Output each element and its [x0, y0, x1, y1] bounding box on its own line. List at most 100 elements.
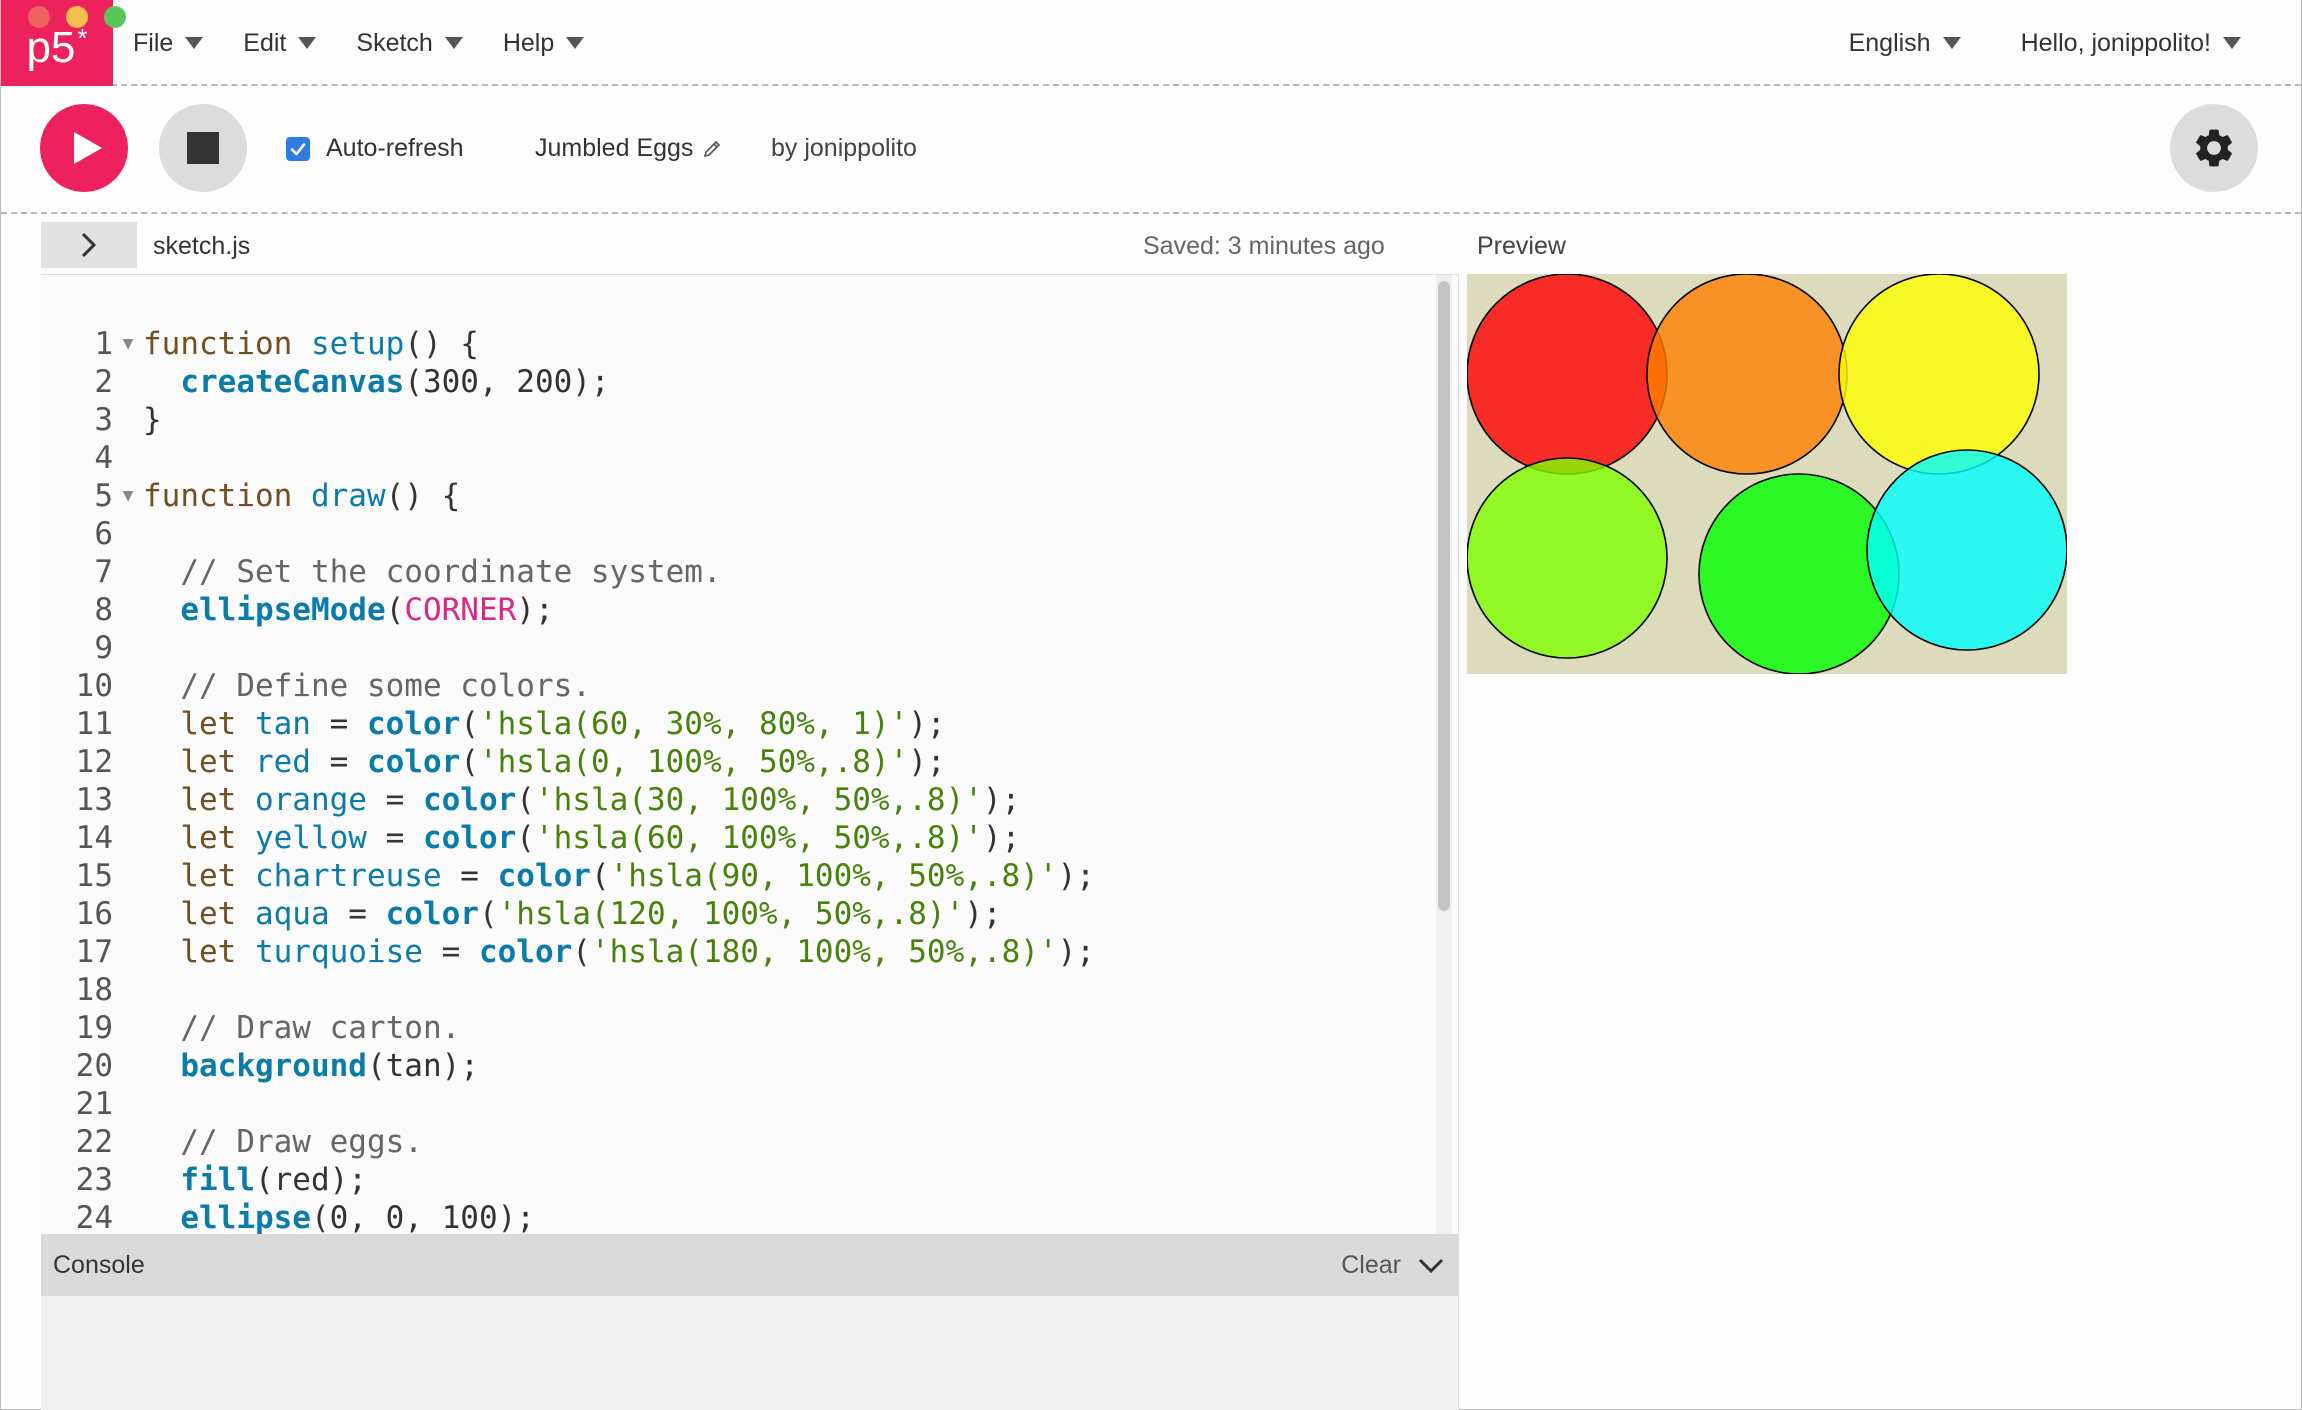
menu-help[interactable]: Help [503, 29, 585, 58]
code-line[interactable]: 2 createCanvas(300, 200); [41, 363, 1431, 401]
code-token: color [497, 858, 591, 894]
code-line[interactable]: 6 [41, 515, 1431, 553]
auto-refresh-checkbox[interactable] [286, 136, 310, 161]
console-clear-button[interactable]: Clear [1341, 1251, 1401, 1280]
fold-gutter [113, 819, 143, 857]
auto-refresh-toggle[interactable]: Auto-refresh [286, 134, 464, 163]
fold-gutter [113, 971, 143, 1009]
code-line[interactable]: 1 ▼ function setup() { [41, 325, 1431, 363]
code-token: // Set the coordinate system. [143, 554, 722, 590]
code-line[interactable]: 24 ellipse(0, 0, 100); [41, 1199, 1431, 1234]
code-token: (0, 0, 100); [310, 1200, 535, 1234]
expand-sidebar-button[interactable] [41, 222, 137, 268]
chevron-down-icon[interactable] [1415, 1250, 1447, 1282]
code-token: ); [908, 706, 946, 742]
code-line[interactable]: 15 let chartreuse = color('hsla(90, 100%… [41, 857, 1431, 895]
code-lines[interactable]: 1 ▼ function setup() {2 createCanvas(300, … [41, 325, 1431, 1234]
preview-drawing [1467, 274, 2067, 674]
code-line[interactable]: 3} [41, 401, 1431, 439]
user-menu[interactable]: Hello, jonippolito! [2021, 29, 2241, 58]
menu-edit-label: Edit [243, 28, 287, 57]
line-number: 23 [75, 1162, 113, 1198]
code-token: = [366, 782, 423, 818]
line-source: let yellow = color('hsla(60, 100%, 50%,.… [143, 819, 1020, 857]
close-window-icon[interactable] [28, 6, 50, 28]
code-line[interactable]: 7 // Set the coordinate system. [41, 553, 1431, 591]
chevron-down-icon [2223, 37, 2241, 49]
play-button[interactable] [40, 104, 128, 192]
code-token: 'hsla(60, 30%, 80%, 1)' [478, 706, 909, 742]
code-line[interactable]: 22 // Draw eggs. [41, 1123, 1431, 1161]
line-number: 1 [94, 326, 113, 362]
code-token: aqua [254, 896, 330, 932]
line-source: let aqua = color('hsla(120, 100%, 50%,.8… [143, 895, 1002, 933]
language-menu[interactable]: English [1849, 29, 1961, 58]
fold-gutter [113, 553, 143, 591]
line-source: } [143, 401, 162, 439]
code-line[interactable]: 21 [41, 1085, 1431, 1123]
logo-text: p5 [26, 23, 76, 72]
code-line[interactable]: 13 let orange = color('hsla(30, 100%, 50… [41, 781, 1431, 819]
code-token: ellipseMode [180, 592, 386, 628]
line-source: let tan = color('hsla(60, 30%, 80%, 1)')… [143, 705, 946, 743]
minimize-window-icon[interactable] [66, 6, 88, 28]
fold-gutter [113, 629, 143, 667]
code-token: 'hsla(180, 100%, 50%,.8)' [590, 934, 1058, 970]
code-line[interactable]: 5 ▼ function draw() { [41, 477, 1431, 515]
code-line[interactable]: 14 let yellow = color('hsla(60, 100%, 50… [41, 819, 1431, 857]
code-token: () { [404, 326, 479, 362]
code-editor[interactable]: 1 ▼ function setup() {2 createCanvas(300, … [41, 274, 1459, 1234]
line-number: 8 [94, 592, 113, 628]
code-token: ); [964, 896, 1002, 932]
sketch-name[interactable]: Jumbled Eggs [535, 134, 723, 163]
fold-arrow-icon[interactable]: ▼ [113, 325, 143, 363]
code-token: setup [310, 326, 405, 362]
code-line[interactable]: 23 fill(red); [41, 1161, 1431, 1199]
code-token: // Draw eggs. [143, 1124, 423, 1160]
code-line[interactable]: 11 let tan = color('hsla(60, 30%, 80%, 1… [41, 705, 1431, 743]
pencil-icon[interactable] [701, 138, 723, 160]
menu-sketch[interactable]: Sketch [356, 29, 463, 58]
code-line[interactable]: 10 // Define some colors. [41, 667, 1431, 705]
code-line[interactable]: 20 background(tan); [41, 1047, 1431, 1085]
code-line[interactable]: 8 ellipseMode(CORNER); [41, 591, 1431, 629]
fold-gutter [113, 1199, 143, 1234]
code-token: let [143, 896, 255, 932]
code-token: let [143, 706, 255, 742]
sketch-owner[interactable]: by jonippolito [771, 134, 917, 163]
code-line[interactable]: 4 [41, 439, 1431, 477]
code-line[interactable]: 12 let red = color('hsla(0, 100%, 50%,.8… [41, 743, 1431, 781]
line-source: // Define some colors. [143, 667, 591, 705]
preview-canvas[interactable] [1467, 274, 2067, 674]
language-label: English [1848, 28, 1931, 57]
sketch-name-label: Jumbled Eggs [535, 134, 694, 162]
line-number: 24 [75, 1200, 113, 1234]
stop-button[interactable] [159, 104, 247, 192]
p5-editor-window: p5 * File Edit Sketch Help English Hello,… [0, 0, 2302, 1410]
code-line[interactable]: 16 let aqua = color('hsla(120, 100%, 50%… [41, 895, 1431, 933]
menu-edit[interactable]: Edit [243, 28, 317, 58]
editor-scrollbar-thumb[interactable] [1438, 281, 1450, 911]
line-source: ellipse(0, 0, 100); [143, 1199, 535, 1234]
line-source: let turquoise = color('hsla(180, 100%, 5… [143, 933, 1095, 971]
line-source: let chartreuse = color('hsla(90, 100%, 5… [143, 857, 1095, 895]
settings-button[interactable] [2170, 104, 2258, 192]
code-token: CORNER [404, 592, 517, 628]
code-line[interactable]: 17 let turquoise = color('hsla(180, 100%… [41, 933, 1431, 971]
fold-gutter [113, 515, 143, 553]
code-line[interactable]: 19 // Draw carton. [41, 1009, 1431, 1047]
menu-file[interactable]: File [133, 29, 204, 58]
maximize-window-icon[interactable] [104, 6, 126, 28]
code-line[interactable]: 18 [41, 971, 1431, 1009]
fold-gutter [113, 1047, 143, 1085]
code-token: ); [982, 820, 1021, 856]
fold-gutter [113, 705, 143, 743]
fold-arrow-icon[interactable]: ▼ [113, 477, 143, 515]
fold-gutter [113, 933, 143, 971]
code-token: = [310, 744, 367, 780]
code-line[interactable]: 9 [41, 629, 1431, 667]
